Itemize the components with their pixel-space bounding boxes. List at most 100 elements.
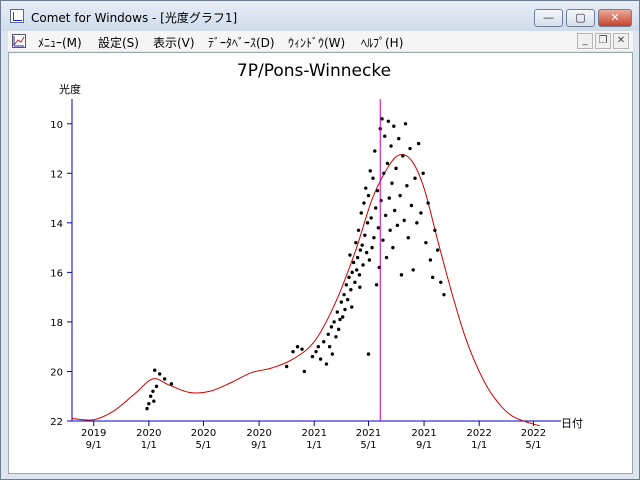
observation-point [416, 141, 421, 146]
observation-point [399, 273, 404, 277]
x-tick-year-label: 2021 [411, 428, 436, 439]
x-tick-date-label: 5/1 [195, 440, 211, 451]
observation-point [324, 362, 329, 366]
window-maximize-button[interactable]: ▢ [566, 9, 595, 27]
observation-point [154, 384, 159, 389]
x-tick-date-label: 9/1 [86, 440, 102, 451]
x-tick-date-label: 9/1 [251, 440, 267, 451]
observation-point [345, 297, 350, 302]
observation-point [442, 292, 446, 297]
x-tick-year-label: 2022 [466, 428, 491, 439]
title-bar[interactable]: Comet for Windows - [光度グラフ1] — ▢ ✕ [1, 1, 639, 31]
window-minimize-button[interactable]: — [534, 9, 563, 27]
x-tick-date-label: 1/1 [471, 440, 487, 451]
menu-item-window[interactable]: ｳｨﾝﾄﾞｳ(W) [288, 34, 345, 51]
observation-point [329, 325, 334, 329]
y-tick-label: 22 [50, 417, 63, 428]
x-tick-year-label: 2021 [356, 428, 381, 439]
observation-point [341, 315, 345, 319]
window-close-button[interactable]: ✕ [598, 9, 632, 27]
observation-point [380, 117, 384, 121]
observation-point [385, 161, 390, 166]
x-tick-year-label: 2022 [521, 428, 546, 439]
observation-point [392, 208, 397, 213]
observation-point [366, 193, 371, 198]
x-tick-date-label: 9/1 [416, 440, 432, 451]
observation-point [162, 377, 167, 381]
observation-point [148, 394, 153, 398]
x-tick-date-label: 5/1 [525, 440, 541, 451]
observation-point [169, 382, 174, 386]
observation-point [398, 193, 402, 198]
x-tick-year-label: 2021 [302, 428, 327, 439]
observation-point [415, 221, 419, 225]
observation-point [374, 283, 379, 287]
observation-point [364, 250, 369, 255]
observation-point [335, 310, 339, 314]
observation-point [354, 240, 358, 245]
observation-point [394, 166, 398, 171]
observation-point [295, 344, 300, 349]
observation-point [353, 280, 357, 284]
observation-point [355, 268, 359, 272]
observation-point [395, 223, 400, 228]
observation-point [391, 245, 395, 250]
observation-point [151, 389, 155, 393]
observation-point [339, 300, 344, 304]
observation-point [382, 171, 386, 176]
observation-point [322, 340, 326, 344]
observation-point [381, 238, 385, 242]
observation-point [347, 275, 351, 280]
menu-item-menu[interactable]: ﾒﾆｭｰ(M) [38, 34, 82, 51]
observation-point [433, 228, 437, 232]
observation-point [401, 154, 405, 158]
observation-point [406, 236, 410, 240]
observation-point [369, 216, 373, 220]
mdi-minimize-button[interactable]: _ [577, 33, 593, 49]
mdi-child-chart-icon[interactable] [12, 34, 26, 48]
y-tick-label: 10 [50, 120, 63, 131]
observation-point [153, 368, 157, 372]
observation-point [403, 122, 408, 126]
observation-point [351, 260, 356, 265]
observation-point [336, 327, 341, 332]
observation-point [413, 176, 417, 180]
menu-item-help[interactable]: ﾍﾙﾌﾟ(H) [361, 34, 403, 51]
observation-point [419, 211, 423, 215]
observation-point [366, 352, 371, 356]
predicted-magnitude-curve [71, 154, 540, 427]
observation-point [300, 347, 304, 351]
mdi-restore-button[interactable]: ❐ [595, 33, 611, 49]
observation-point [370, 245, 374, 250]
observation-point [310, 354, 315, 359]
y-axis-label: 光度 [59, 82, 81, 96]
observation-point [373, 149, 377, 153]
observation-point [392, 124, 396, 128]
x-tick-year-label: 2019 [81, 428, 106, 439]
observation-point [439, 280, 443, 284]
observation-point [318, 357, 323, 361]
x-tick-date-label: 1/1 [306, 440, 322, 451]
observation-point [371, 176, 375, 180]
observation-point [361, 263, 365, 267]
observation-point [357, 273, 362, 277]
observation-point [421, 171, 425, 176]
observation-point [409, 203, 414, 208]
observation-point [291, 349, 295, 354]
observation-point [326, 332, 330, 337]
menu-item-view[interactable]: 表示(V) [153, 34, 195, 51]
menu-bar: ﾒﾆｭｰ(M) 設定(S) 表示(V) ﾃﾞｰﾀﾍﾞｰｽ(D) ｳｨﾝﾄﾞｳ(W… [8, 31, 633, 51]
observation-point [349, 288, 353, 292]
observation-point [147, 401, 151, 406]
observation-point [350, 270, 354, 275]
observation-point [342, 292, 346, 297]
light-curve-chart: 7P/Pons-Winnecke 光度 日付 10121416182022201… [50, 61, 583, 451]
observation-point [367, 258, 372, 262]
mdi-close-button[interactable]: ✕ [613, 33, 629, 49]
observation-point [374, 206, 378, 210]
observation-point [375, 188, 380, 193]
observation-point [405, 183, 409, 188]
menu-item-settings[interactable]: 設定(S) [98, 34, 139, 51]
menu-item-database[interactable]: ﾃﾞｰﾀﾍﾞｰｽ(D) [208, 34, 275, 51]
chart-window-client: 7P/Pons-Winnecke 光度 日付 10 12 14 16 18 20 22 201… [8, 52, 633, 474]
